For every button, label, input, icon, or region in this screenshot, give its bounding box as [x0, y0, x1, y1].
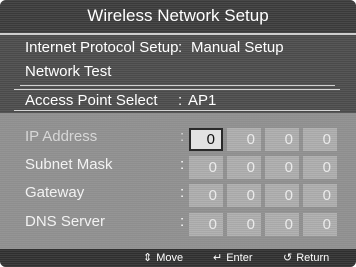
subnet-mask-octet-2[interactable]: 0 — [227, 156, 261, 179]
gateway-octet-1[interactable]: 0 — [189, 184, 223, 207]
gateway-separator: : — [180, 184, 185, 201]
ip-address-octet-4[interactable]: 0 — [303, 128, 337, 151]
subnet-mask-octet-1[interactable]: 0 — [189, 156, 223, 179]
return-icon: ↺ — [283, 252, 293, 264]
dns-server-octet-4[interactable]: 0 — [303, 213, 337, 236]
dns-server-octet-2[interactable]: 0 — [227, 213, 261, 236]
return-hint: ↺ Return — [283, 251, 329, 264]
subnet-mask-octet-3[interactable]: 0 — [265, 156, 299, 179]
divider — [20, 85, 335, 86]
tv-menu-screen: Wireless Network Setup Internet Protocol… — [0, 0, 356, 267]
ip-setup-value[interactable]: Manual Setup — [191, 39, 284, 56]
gateway-label: Gateway — [25, 184, 85, 201]
footer-hints: ⇕ Move ↵ Enter ↺ Return — [0, 249, 356, 267]
ip-address-octet-2[interactable]: 0 — [227, 128, 261, 151]
subnet-mask-octet-4[interactable]: 0 — [303, 156, 337, 179]
selection-highlight — [14, 89, 340, 111]
gateway-octet-3[interactable]: 0 — [265, 184, 299, 207]
dns-server-separator: : — [180, 213, 185, 230]
ip-address-label: IP Address — [25, 128, 98, 145]
dns-server-octet-3[interactable]: 0 — [265, 213, 299, 236]
dns-server-octet-1[interactable]: 0 — [189, 213, 223, 236]
ip-address-separator: : — [180, 128, 185, 145]
move-hint: ⇕ Move — [143, 251, 183, 264]
page-title: Wireless Network Setup — [87, 6, 269, 25]
enter-icon: ↵ — [213, 252, 223, 264]
ip-setup-separator: : — [178, 39, 183, 56]
gateway-octet-2[interactable]: 0 — [227, 184, 261, 207]
title-bar: Wireless Network Setup — [0, 0, 356, 35]
dns-server-label: DNS Server — [25, 213, 106, 230]
enter-label: Enter — [226, 252, 253, 264]
ip-address-octet-3[interactable]: 0 — [265, 128, 299, 151]
ip-setup-label[interactable]: Internet Protocol Setup — [25, 39, 178, 56]
return-label: Return — [296, 252, 330, 264]
enter-hint: ↵ Enter — [213, 251, 253, 264]
move-label: Move — [156, 252, 184, 264]
subnet-mask-separator: : — [180, 156, 185, 173]
gateway-octet-4[interactable]: 0 — [303, 184, 337, 207]
subnet-mask-label: Subnet Mask — [25, 156, 113, 173]
updown-arrows-icon: ⇕ — [143, 252, 153, 264]
ip-address-octet-1[interactable]: 0 — [189, 128, 223, 151]
network-test-item[interactable]: Network Test — [25, 63, 111, 80]
